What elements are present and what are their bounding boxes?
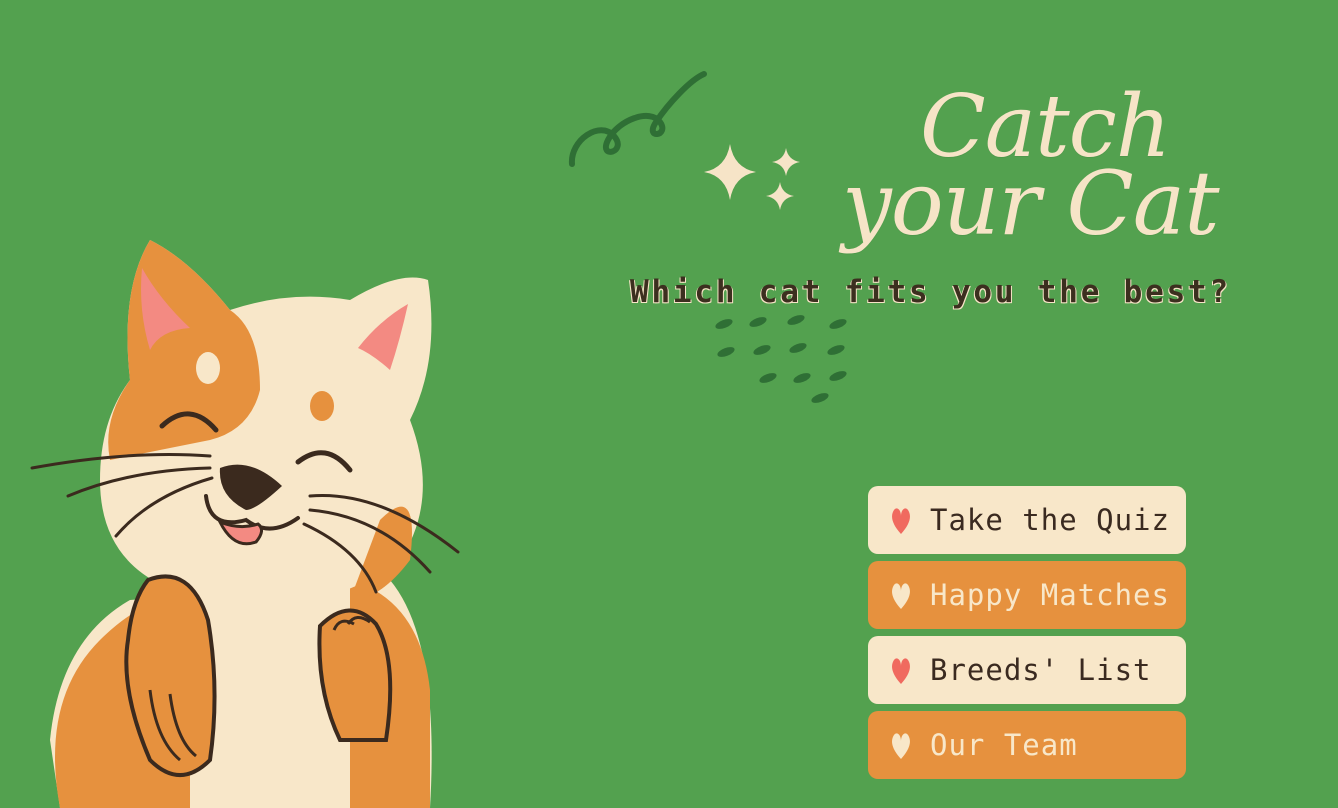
- sparkle-icon: [704, 144, 800, 210]
- app-subtitle: Which cat fits you the best?: [630, 274, 1231, 310]
- our-team-label: Our Team: [930, 728, 1078, 762]
- breeds-list-button[interactable]: Breeds' List: [868, 636, 1186, 704]
- heart-icon: [892, 583, 910, 609]
- take-quiz-button[interactable]: Take the Quiz: [868, 486, 1186, 554]
- breeds-list-label: Breeds' List: [930, 653, 1152, 687]
- happy-matches-button[interactable]: Happy Matches: [868, 561, 1186, 629]
- dots-decoration-icon: [715, 315, 847, 403]
- take-quiz-label: Take the Quiz: [930, 503, 1170, 537]
- app-title-line2: your Cat: [842, 152, 1220, 255]
- heart-icon: [892, 658, 910, 684]
- main-menu: Take the Quiz Happy Matches Breeds' List…: [868, 486, 1186, 786]
- heart-icon: [892, 508, 910, 534]
- our-team-button[interactable]: Our Team: [868, 711, 1186, 779]
- swirl-decoration-icon: [568, 71, 707, 167]
- happy-matches-label: Happy Matches: [930, 578, 1170, 612]
- cat-illustration-icon: [30, 240, 460, 808]
- heart-icon: [892, 733, 910, 759]
